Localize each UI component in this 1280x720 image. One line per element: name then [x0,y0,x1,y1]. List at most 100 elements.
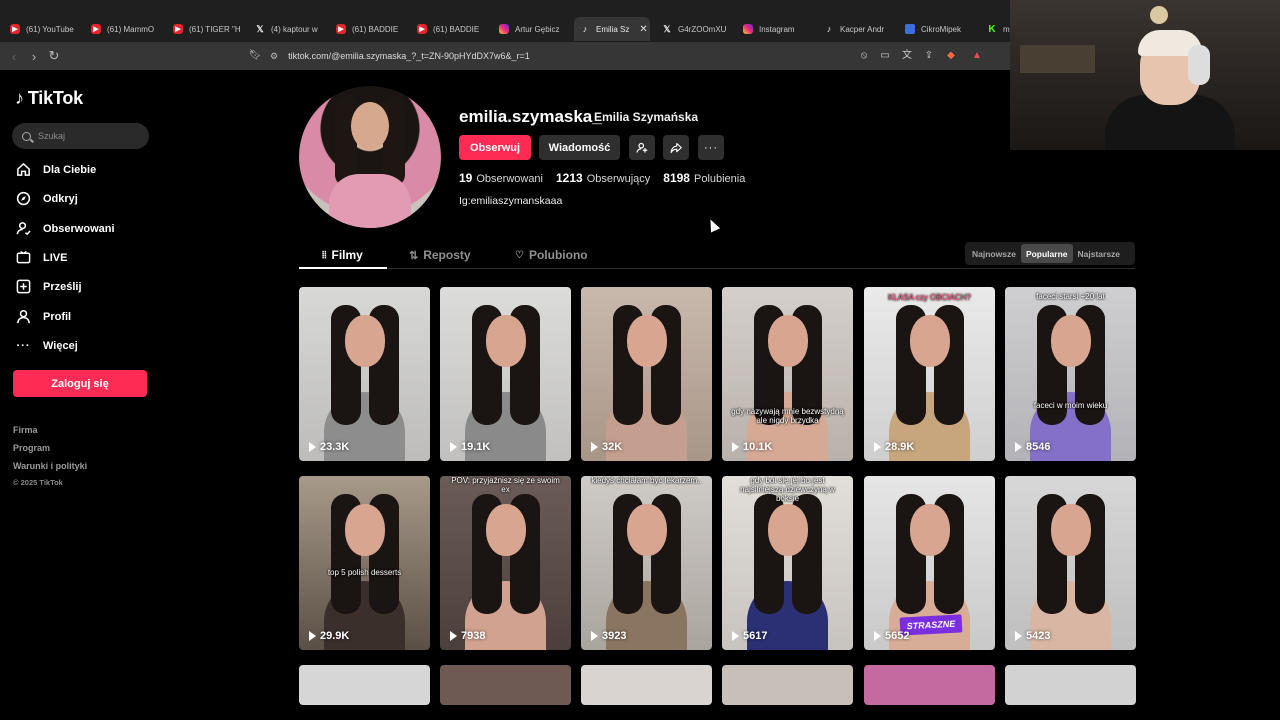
browser-tab[interactable]: ♪ Kacper Andr [818,17,898,41]
browser-tab[interactable]: Artur Gębicz [493,17,573,41]
video-thumbnail[interactable] [1005,665,1136,705]
tab-liked[interactable]: ♡ Polubiono [515,248,588,262]
nav-item-following[interactable]: Obserwowani [16,221,115,236]
browser-tab[interactable]: ▶ (61) TIGER "H [167,17,247,41]
footer-link-program[interactable]: Program [13,443,50,453]
video-thumbnail[interactable]: gdy nazywają mnie bezwstydną ale nigdy b… [722,287,853,461]
profile-avatar[interactable] [299,86,441,228]
video-thumbnail[interactable]: POV: przyjaźnisz się ze swoim ex 7938 [440,476,571,650]
share-profile-button[interactable] [663,135,689,160]
video-thumbnail[interactable]: kiedyś chciałam być lekarzem.. 3923 [581,476,712,650]
video-thumbnail[interactable] [581,665,712,705]
nav-item-live[interactable]: LIVE [16,250,67,265]
active-tab-indicator [299,267,387,269]
grid-icon: ⦙⦙ [322,249,327,261]
footer-link-company[interactable]: Firma [13,425,38,435]
browser-tab[interactable]: ▶ (61) MammO [85,17,165,41]
message-button[interactable]: Wiadomość [539,135,620,160]
home-icon [16,162,31,177]
cast-icon[interactable]: ▭ [878,49,892,63]
no-tracking-icon[interactable]: ⦸ [857,49,871,63]
rewards-icon[interactable]: ▲ [970,49,984,63]
sort-toggle: Najnowsze Popularne Najstarsze [965,242,1135,265]
video-thumbnail[interactable] [440,665,571,705]
sort-latest[interactable]: Najnowsze [967,244,1021,263]
view-count-value: 5617 [743,630,768,642]
tab-reposts[interactable]: ⇅ Reposty [409,248,471,262]
add-friend-icon [636,142,648,153]
x-icon: 𝕏 [256,23,264,34]
back-icon[interactable]: ‹ [4,49,24,64]
search-box[interactable] [12,123,149,149]
browser-tab[interactable]: Instagram [737,17,817,41]
video-thumbnail[interactable]: 19.1K [440,287,571,461]
footer-link-terms[interactable]: Warunki i polityki [13,461,87,471]
browser-tab[interactable]: CikroMipek [899,17,979,41]
follow-button[interactable]: Obserwuj [459,135,531,160]
video-thumbnail[interactable] [299,665,430,705]
nav-item-for-you[interactable]: Dla Ciebie [16,162,96,177]
reload-icon[interactable]: ↻ [44,48,64,64]
view-count-value: 5652 [885,630,910,642]
video-thumbnail[interactable]: STRASZNE 5652 [864,476,995,650]
login-button[interactable]: Zaloguj się [13,370,147,397]
video-thumbnail[interactable] [864,665,995,705]
browser-tab[interactable]: ▶ (61) YouTube [4,17,84,41]
instagram-icon [499,24,509,34]
more-options-button[interactable]: ··· [698,135,724,160]
nav-item-upload[interactable]: Prześlij [16,279,82,294]
browser-tab[interactable]: ▶ (61) BADDIE [330,17,410,41]
brave-shield-icon[interactable]: ◆ [944,49,958,63]
video-thumbnail[interactable]: 32K [581,287,712,461]
browser-tab[interactable]: 𝕏 G4rZOOmXU [656,17,736,41]
following-stat[interactable]: 19 Obserwowani [459,171,543,185]
view-count: 10.1K [732,441,772,453]
play-icon [450,631,457,641]
site-settings-icon[interactable]: ⚙︎ [270,51,278,62]
play-icon [309,631,316,641]
browser-tab[interactable]: Km [981,17,1010,41]
video-thumbnail[interactable]: KLASA czy OBCIACH? 28.9K [864,287,995,461]
play-icon [874,631,881,641]
upload-icon [16,279,31,294]
tiktok-logo[interactable]: ♪ TikTok [15,88,83,109]
video-caption-overlay: faceci starsi +20 lat [1036,292,1105,301]
sort-oldest[interactable]: Najstarsze [1073,244,1126,263]
sort-popular[interactable]: Popularne [1020,244,1073,263]
tiktok-icon: ♪ [582,24,588,34]
suggested-accounts-button[interactable] [629,135,655,160]
view-count-value: 10.1K [743,441,773,453]
play-icon [591,442,598,452]
share-icon[interactable]: ⇪ [922,49,936,63]
video-thumbnail[interactable]: 23.3K [299,287,430,461]
heart-icon: ♡ [515,249,524,261]
browser-tab[interactable]: 𝕏 (4) kaptour w [249,17,329,41]
bookmark-icon[interactable]: 🔖︎ [248,49,262,63]
nav-item-more[interactable]: ··· Więcej [16,338,78,353]
video-thumbnail[interactable]: faceci starsi +20 lat faceci w moim wieku… [1005,287,1136,461]
video-thumbnail[interactable] [722,665,853,705]
nav-item-explore[interactable]: Odkryj [16,191,78,206]
webcam-overlay [1010,0,1280,150]
profile-icon [16,309,31,324]
translate-icon[interactable]: 文 [900,49,914,63]
browser-tab[interactable]: ▶ (61) BADDIE [411,17,491,41]
view-count-value: 23.3K [320,441,350,453]
tab-videos[interactable]: ⦙⦙ Filmy [322,248,363,262]
followers-stat[interactable]: 1213 Obserwujący [556,171,650,185]
video-thumbnail[interactable]: 5423 [1005,476,1136,650]
forward-icon[interactable]: › [24,49,44,64]
video-thumbnail[interactable]: top 5 polish desserts 29.9K [299,476,430,650]
view-count-value: 29.9K [320,630,350,642]
close-tab-icon[interactable]: ✕ [639,24,647,35]
compass-icon [16,191,31,206]
likes-stat: 8198 Polubienia [663,171,746,185]
browser-tab-active[interactable]: ♪ Emilia Sz ✕ [574,17,650,41]
tiktok-icon: ♪ [826,24,832,34]
video-caption-overlay: kiedyś chciałam być lekarzem.. [591,476,702,485]
view-count-value: 32K [602,441,623,453]
search-input[interactable] [38,131,138,141]
nav-item-profile[interactable]: Profil [16,309,71,324]
search-icon [22,131,31,141]
video-thumbnail[interactable]: gdy boi się jej bo jest najsilniejszą dz… [722,476,853,650]
